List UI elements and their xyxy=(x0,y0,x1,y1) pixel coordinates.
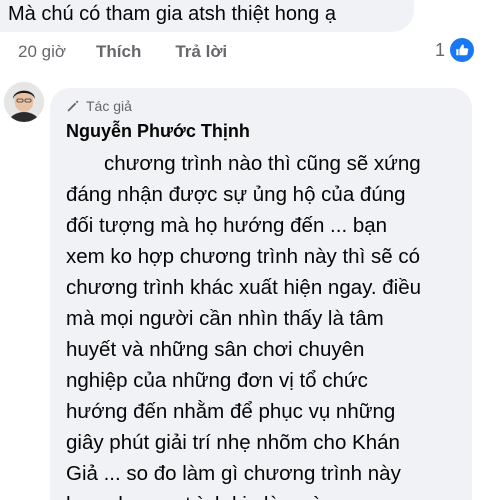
reaction-count: 1 xyxy=(434,39,445,60)
reply-text-line: Giả ... so đo làm gì chương trình này xyxy=(66,462,401,485)
reply-button[interactable]: Trả lời xyxy=(175,42,227,62)
reply-text-line: chương trình khác xuất hiện ngay. điều xyxy=(66,276,422,299)
like-button[interactable]: Thích xyxy=(96,42,141,62)
author-badge-label: Tác giả xyxy=(86,98,132,114)
reply-text-line: xem ko hợp chương trình này thì sẽ có xyxy=(66,245,420,268)
reply-text-line: đáng nhận được sự ủng hộ của đúng xyxy=(66,183,406,206)
reaction-summary[interactable]: 1 xyxy=(435,38,474,62)
previous-comment-bubble: Mà chú có tham gia atsh thiệt hong ạ xyxy=(0,0,414,32)
reply-text-line: đối tượng mà họ hướng đến ... bạn xyxy=(66,214,388,237)
reply-text-line: huyết và những sân chơi chuyên xyxy=(66,338,365,361)
reply-text-line: chương trình nào thì cũng sẽ xứng xyxy=(104,152,421,175)
reply-text-line: giây phút giải trí nhẹ nhõm cho Khán xyxy=(66,431,400,454)
author-badge: Tác giả xyxy=(66,98,132,114)
like-thumbs-up-icon xyxy=(450,38,474,62)
reply-text: chương trình nào thì cũng sẽ xứng đáng n… xyxy=(66,148,466,500)
reply-text-line: nghiệp của những đơn vị tổ chức xyxy=(66,369,368,392)
comment-time[interactable]: 20 giờ xyxy=(18,42,66,62)
reply-text-line: mà mọi người cần nhìn thấy là tâm xyxy=(66,307,384,330)
previous-comment-text: Mà chú có tham gia atsh thiệt hong ạ xyxy=(8,3,336,25)
author-name[interactable]: Nguyễn Phước Thịnh xyxy=(66,121,250,142)
reply-text-line: hướng đến nhằm để phục vụ những xyxy=(66,400,396,423)
pencil-icon xyxy=(67,100,79,112)
avatar[interactable] xyxy=(4,82,44,122)
comment-actions: 20 giờ Thích Trả lời xyxy=(18,41,261,63)
comment-thread: Mà chú có tham gia atsh thiệt hong ạ 20 … xyxy=(0,0,484,500)
reply-text-line: hơn chương trình kia làm gì ... xyxy=(66,489,466,500)
